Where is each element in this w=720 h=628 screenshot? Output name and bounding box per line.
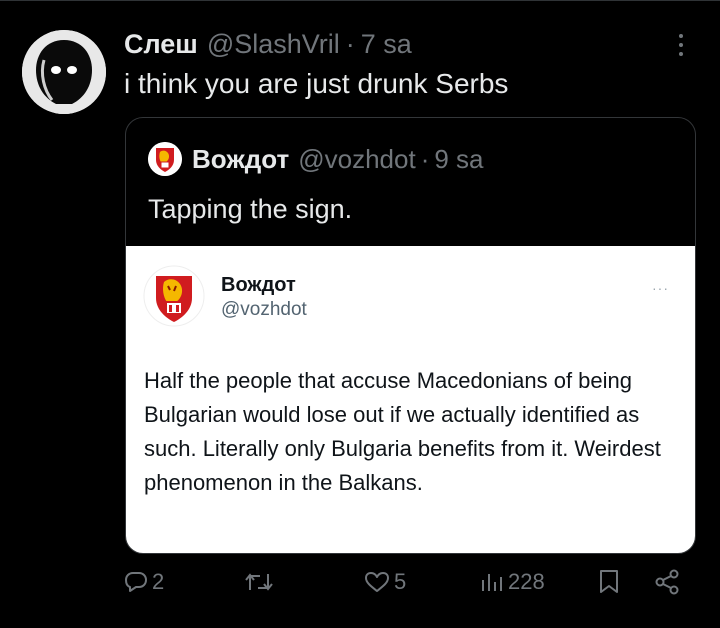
embedded-tweet-body: Half the people that accuse Macedonians … bbox=[144, 368, 661, 495]
quote-tweet-card[interactable]: Вождот @vozhdot · 9 sa Tapping the sign.… bbox=[125, 117, 696, 554]
retweet-button[interactable] bbox=[244, 566, 278, 598]
reply-count: 2 bbox=[152, 569, 165, 594]
tweet-header: Слеш @SlashVril · 7 sa bbox=[124, 28, 412, 60]
embedded-tweet-image[interactable]: Вождот @vozhdot ··· Half the people that… bbox=[126, 246, 695, 553]
views-icon bbox=[482, 574, 502, 591]
quote-user-handle[interactable]: @vozhdot bbox=[298, 144, 415, 175]
like-button[interactable]: 5 bbox=[364, 566, 406, 598]
like-count: 5 bbox=[394, 569, 407, 594]
avatar-lion-emblem[interactable] bbox=[148, 142, 182, 176]
bookmark-icon bbox=[600, 570, 618, 593]
embedded-display-name: Вождот bbox=[221, 274, 296, 296]
reply-button[interactable]: 2 bbox=[124, 566, 164, 598]
embedded-user-handle: @vozhdot bbox=[221, 299, 307, 320]
reply-icon bbox=[125, 572, 147, 592]
action-bar: 2 5 228 bbox=[0, 560, 720, 604]
quote-display-name[interactable]: Вождот bbox=[192, 144, 289, 175]
share-button[interactable] bbox=[654, 566, 680, 598]
views-button[interactable]: 228 bbox=[480, 566, 545, 598]
avatar[interactable] bbox=[22, 30, 106, 114]
share-icon bbox=[655, 569, 679, 595]
more-vertical-icon[interactable] bbox=[676, 34, 686, 60]
tweet-text: i think you are just drunk Serbs bbox=[124, 68, 509, 99]
display-name[interactable]: Слеш bbox=[124, 29, 198, 60]
ghost-avatar-icon bbox=[22, 30, 106, 114]
quote-text: Tapping the sign. bbox=[148, 194, 353, 224]
divider bbox=[0, 0, 720, 1]
like-icon bbox=[365, 572, 389, 592]
retweet-icon bbox=[245, 573, 273, 591]
view-count: 228 bbox=[508, 569, 545, 594]
avatar-lion-emblem bbox=[142, 264, 206, 328]
quote-timestamp[interactable]: 9 sa bbox=[434, 144, 483, 175]
more-horizontal-icon: ··· bbox=[652, 280, 669, 296]
user-handle[interactable]: @SlashVril bbox=[207, 29, 340, 60]
separator: · bbox=[345, 28, 355, 59]
quote-header: Вождот @vozhdot · 9 sa bbox=[148, 142, 484, 176]
separator: · bbox=[420, 143, 430, 174]
bookmark-button[interactable] bbox=[598, 566, 620, 598]
timestamp[interactable]: 7 sa bbox=[361, 29, 412, 60]
